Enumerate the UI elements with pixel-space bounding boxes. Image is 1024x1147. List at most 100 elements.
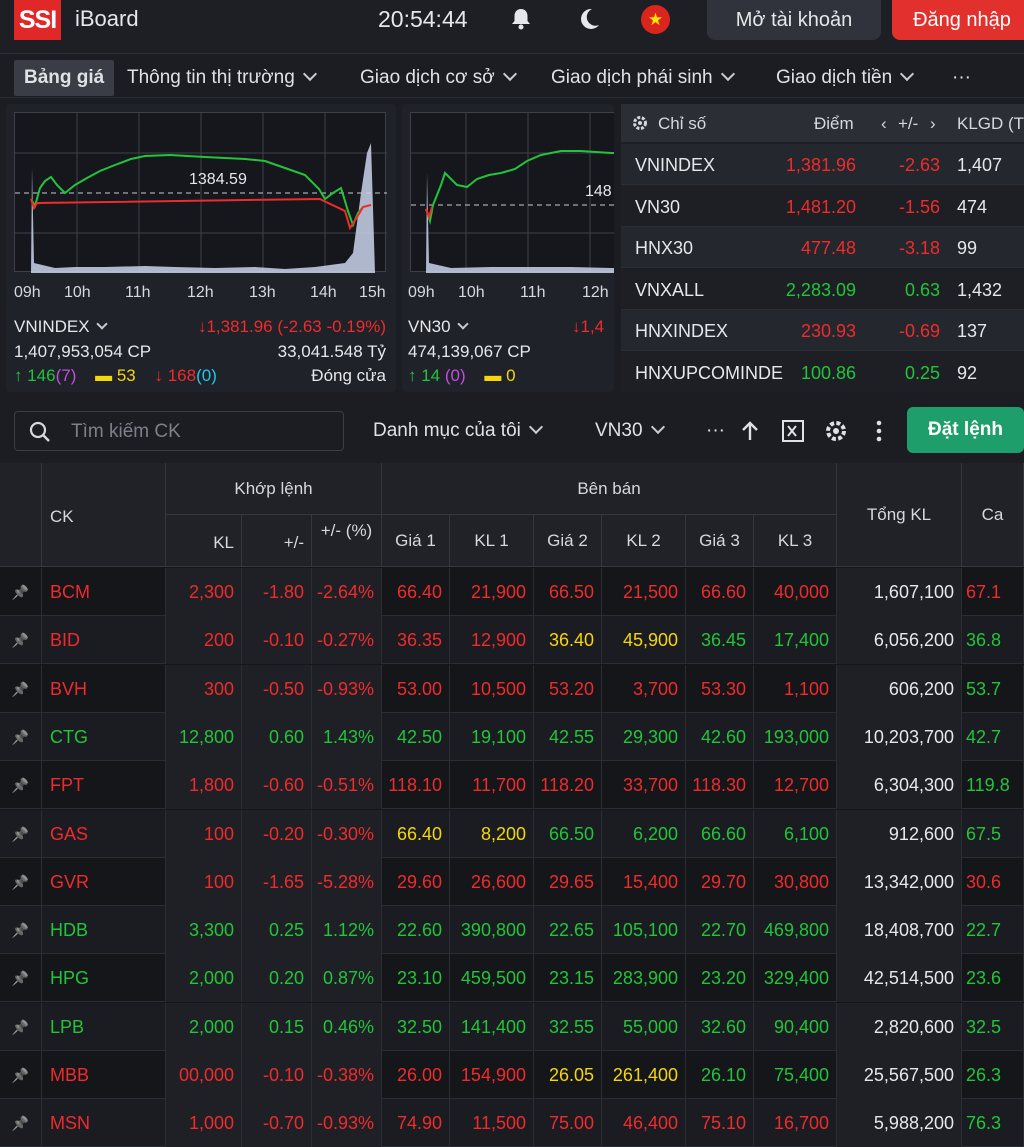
board-row[interactable]: 📌 BID 200 -0.10 -0.27% 36.35 12,900 36.40 45,900…: [0, 616, 1024, 665]
symbol[interactable]: MBB: [42, 1051, 166, 1099]
col-symbol[interactable]: CK: [42, 463, 166, 567]
ask-volume-2: 283,900: [602, 954, 686, 1003]
pin-icon[interactable]: 📌: [0, 1051, 42, 1099]
more-options[interactable]: ···: [706, 420, 725, 442]
pin-icon[interactable]: 📌: [0, 809, 42, 858]
col-volume-1[interactable]: KL 1: [450, 515, 534, 567]
price-change-pct: -0.27%: [312, 616, 382, 665]
index-row[interactable]: VNINDEX 1,381.96 -2.63 1,407: [621, 144, 1024, 185]
search-box[interactable]: [14, 411, 344, 451]
symbol[interactable]: LPB: [42, 1002, 166, 1051]
ssi-logo[interactable]: SSI: [14, 0, 61, 40]
board-row[interactable]: 📌 FPT 1,800 -0.60 -0.51% 118.10 11,700 118.20 33…: [0, 761, 1024, 810]
symbol[interactable]: FPT: [42, 761, 166, 810]
chevron-left-icon[interactable]: ‹: [881, 114, 887, 134]
index-row[interactable]: HNXINDEX 230.93 -0.69 137: [621, 310, 1024, 351]
board-row[interactable]: 📌 GAS 100 -0.20 -0.30% 66.40 8,200 66.50 6,200 66…: [0, 809, 1024, 858]
ask-price-3: 23.20: [686, 954, 754, 1003]
pin-icon[interactable]: 📌: [0, 857, 42, 906]
nav-more[interactable]: ···: [952, 60, 971, 96]
symbol[interactable]: HPG: [42, 954, 166, 1003]
index-row[interactable]: VNXALL 2,283.09 0.63 1,432: [621, 269, 1024, 310]
index-point: 230.93: [800, 321, 856, 341]
col-price-1[interactable]: Giá 1: [382, 515, 450, 567]
vn30-chart-card[interactable]: 148 09h 10h 11h 12h VN30 ↓1,4 474,139,06…: [402, 104, 614, 392]
pin-icon[interactable]: 📌: [0, 616, 42, 665]
total-volume: 25,567,500: [837, 1051, 962, 1099]
chevron-right-icon[interactable]: ›: [930, 114, 936, 134]
board-row[interactable]: 📌 CTG 12,800 0.60 1.43% 42.50 19,100 42.55 29,30…: [0, 712, 1024, 761]
ask-price-2: 22.65: [534, 906, 602, 955]
app-name: iBoard: [75, 6, 139, 31]
price-change-pct: 1.43%: [312, 712, 382, 761]
symbol[interactable]: BVH: [42, 664, 166, 713]
index-name: HNXINDEX: [635, 321, 729, 341]
nav-equity-trading[interactable]: Giao dịch cơ sở: [360, 60, 517, 96]
symbol[interactable]: BCM: [42, 568, 166, 616]
col-kl[interactable]: KL: [166, 515, 242, 567]
symbol[interactable]: CTG: [42, 712, 166, 761]
kebab-menu-icon[interactable]: [866, 418, 892, 444]
pin-icon[interactable]: 📌: [0, 1099, 42, 1147]
index-row[interactable]: VN30 1,481.20 -1.56 474: [621, 186, 1024, 227]
vnindex-chart-card[interactable]: 1384.59 09h 10h 11h 12h 13h 14h 15h VNIN…: [6, 104, 396, 392]
col-price-2[interactable]: Giá 2: [534, 515, 602, 567]
ask-volume-3: 16,700: [754, 1099, 837, 1147]
tick-label: 09h: [14, 284, 41, 301]
col-change-pct[interactable]: +/- (%): [312, 515, 382, 567]
symbol[interactable]: GVR: [42, 857, 166, 906]
excel-export-icon[interactable]: [780, 418, 806, 444]
symbol[interactable]: BID: [42, 616, 166, 665]
index-volume: 1,432: [957, 279, 1003, 300]
gear-icon[interactable]: [631, 114, 649, 132]
board-row[interactable]: 📌 HPG 2,000 0.20 0.87% 23.10 459,500 23.15 283,9…: [0, 954, 1024, 1003]
index-name[interactable]: VN30: [408, 317, 469, 337]
price-change: -0.10: [242, 1051, 312, 1099]
col-extra[interactable]: Ca: [962, 463, 1024, 567]
pin-icon[interactable]: 📌: [0, 664, 42, 713]
bell-icon[interactable]: [506, 4, 536, 34]
board-row[interactable]: 📌 LPB 2,000 0.15 0.46% 32.50 141,400 32.55 55,00…: [0, 1002, 1024, 1051]
open-account-button[interactable]: Mở tài khoản: [707, 0, 881, 40]
index-name[interactable]: VNINDEX: [14, 317, 108, 337]
col-price-3[interactable]: Giá 3: [686, 515, 754, 567]
watchlist-dropdown[interactable]: Danh mục của tôi: [373, 419, 543, 442]
symbol[interactable]: GAS: [42, 809, 166, 858]
col-volume-2[interactable]: KL 2: [602, 515, 686, 567]
nav-derivatives-trading-label: Giao dịch phái sinh: [551, 67, 713, 88]
col-volume-3[interactable]: KL 3: [754, 515, 837, 567]
login-button[interactable]: Đăng nhập: [892, 0, 1024, 40]
col-total-volume[interactable]: Tổng KL: [837, 463, 962, 567]
pin-icon[interactable]: 📌: [0, 1002, 42, 1051]
nav-price-board[interactable]: Bảng giá: [14, 60, 115, 96]
group-dropdown[interactable]: VN30: [595, 419, 665, 442]
board-row[interactable]: 📌 HDB 3,300 0.25 1.12% 22.60 390,800 22.65 105,1…: [0, 906, 1024, 955]
index-row[interactable]: HNX30 477.48 -3.18 99: [621, 227, 1024, 268]
board-row[interactable]: 📌 MSN 1,000 -0.70 -0.93% 74.90 11,500 75.00 46,4…: [0, 1099, 1024, 1147]
symbol[interactable]: MSN: [42, 1099, 166, 1147]
breadth: ↑ 14 (0) ▬ 0: [408, 366, 516, 386]
nav-derivatives-trading[interactable]: Giao dịch phái sinh: [551, 60, 735, 96]
search-input[interactable]: [71, 420, 331, 444]
board-row[interactable]: 📌 BVH 300 -0.50 -0.93% 53.00 10,500 53.20 3,700 5…: [0, 664, 1024, 713]
index-volume: 1,407: [957, 155, 1003, 175]
nav-cash-trading-label: Giao dịch tiền: [776, 67, 893, 88]
pin-icon[interactable]: 📌: [0, 568, 42, 616]
nav-cash-trading[interactable]: Giao dịch tiền: [776, 60, 915, 96]
symbol[interactable]: HDB: [42, 906, 166, 955]
place-order-button[interactable]: Đặt lệnh: [907, 407, 1024, 453]
board-row[interactable]: 📌 BCM 2,300 -1.80 -2.64% 66.40 21,900 66.50 21,5…: [0, 568, 1024, 616]
pin-icon[interactable]: 📌: [0, 906, 42, 955]
board-row[interactable]: 📌 MBB 00,000 -0.10 -0.38% 26.00 154,900 26.05 26…: [0, 1051, 1024, 1099]
pin-icon[interactable]: 📌: [0, 761, 42, 810]
nav-market-info[interactable]: Thông tin thị trường: [127, 60, 317, 96]
pin-icon[interactable]: 📌: [0, 954, 42, 1003]
vietnam-flag-icon[interactable]: ★: [641, 5, 670, 34]
moon-icon[interactable]: [574, 4, 604, 34]
col-change[interactable]: +/-: [242, 515, 312, 567]
settings-gear-icon[interactable]: [823, 418, 849, 444]
index-row[interactable]: HNXUPCOMINDE 100.86 0.25 92: [621, 352, 1024, 392]
board-row[interactable]: 📌 GVR 100 -1.65 -5.28% 29.60 26,600 29.65 15,400…: [0, 857, 1024, 906]
pin-icon[interactable]: 📌: [0, 712, 42, 761]
arrow-up-icon[interactable]: [737, 418, 763, 444]
